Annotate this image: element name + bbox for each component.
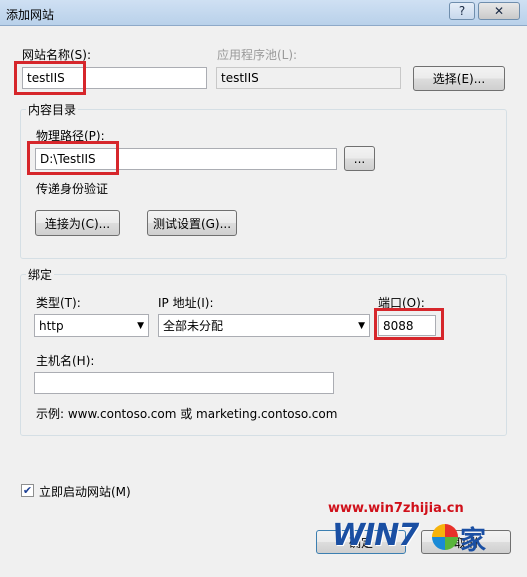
hostname-label: 主机名(H): [36, 354, 95, 368]
test-settings-button[interactable]: 测试设置(G)... [147, 210, 237, 236]
checkmark-icon: ✔ [22, 484, 33, 497]
ip-address-label: IP 地址(I): [158, 296, 214, 310]
watermark-logo: WIN7 家 [332, 516, 502, 558]
help-button[interactable]: ? [449, 2, 475, 20]
close-icon: ✕ [493, 4, 505, 18]
ip-address-select[interactable]: 全部未分配 ▼ [158, 314, 370, 337]
help-icon: ? [458, 4, 466, 18]
hostname-example: 示例: www.contoso.com 或 marketing.contoso.… [36, 407, 338, 421]
watermark-logo-text: WIN7 [332, 518, 419, 553]
watermark-logo-suffix: 家 [460, 526, 487, 556]
start-now-label: 立即启动网站(M) [39, 485, 131, 499]
site-name-highlight [14, 61, 86, 95]
title-bar[interactable]: 添加网站 ? ✕ [0, 0, 527, 26]
physical-path-highlight [27, 141, 119, 175]
chevron-down-icon: ▼ [137, 320, 144, 331]
connect-as-button[interactable]: 连接为(C)... [35, 210, 120, 236]
watermark-url: www.win7zhijia.cn [328, 501, 464, 516]
type-select-value: http [39, 318, 64, 333]
close-button[interactable]: ✕ [478, 2, 520, 20]
pass-through-auth-label: 传递身份验证 [36, 182, 109, 196]
window-title: 添加网站 [6, 8, 55, 22]
windows-logo-icon [432, 524, 458, 550]
select-app-pool-button[interactable]: 选择(E)... [413, 66, 505, 91]
start-now-checkbox[interactable]: ✔ [21, 484, 34, 497]
app-pool-field: testIIS [216, 67, 401, 89]
app-pool-label: 应用程序池(L): [217, 48, 298, 62]
type-label: 类型(T): [36, 296, 81, 310]
port-highlight [374, 308, 444, 340]
type-select[interactable]: http ▼ [34, 314, 149, 337]
chevron-down-icon: ▼ [358, 320, 365, 331]
ip-address-value: 全部未分配 [163, 319, 224, 333]
hostname-input[interactable] [34, 372, 334, 394]
binding-title: 绑定 [26, 266, 55, 283]
content-directory-title: 内容目录 [26, 101, 79, 118]
browse-button[interactable]: ... [344, 146, 375, 171]
